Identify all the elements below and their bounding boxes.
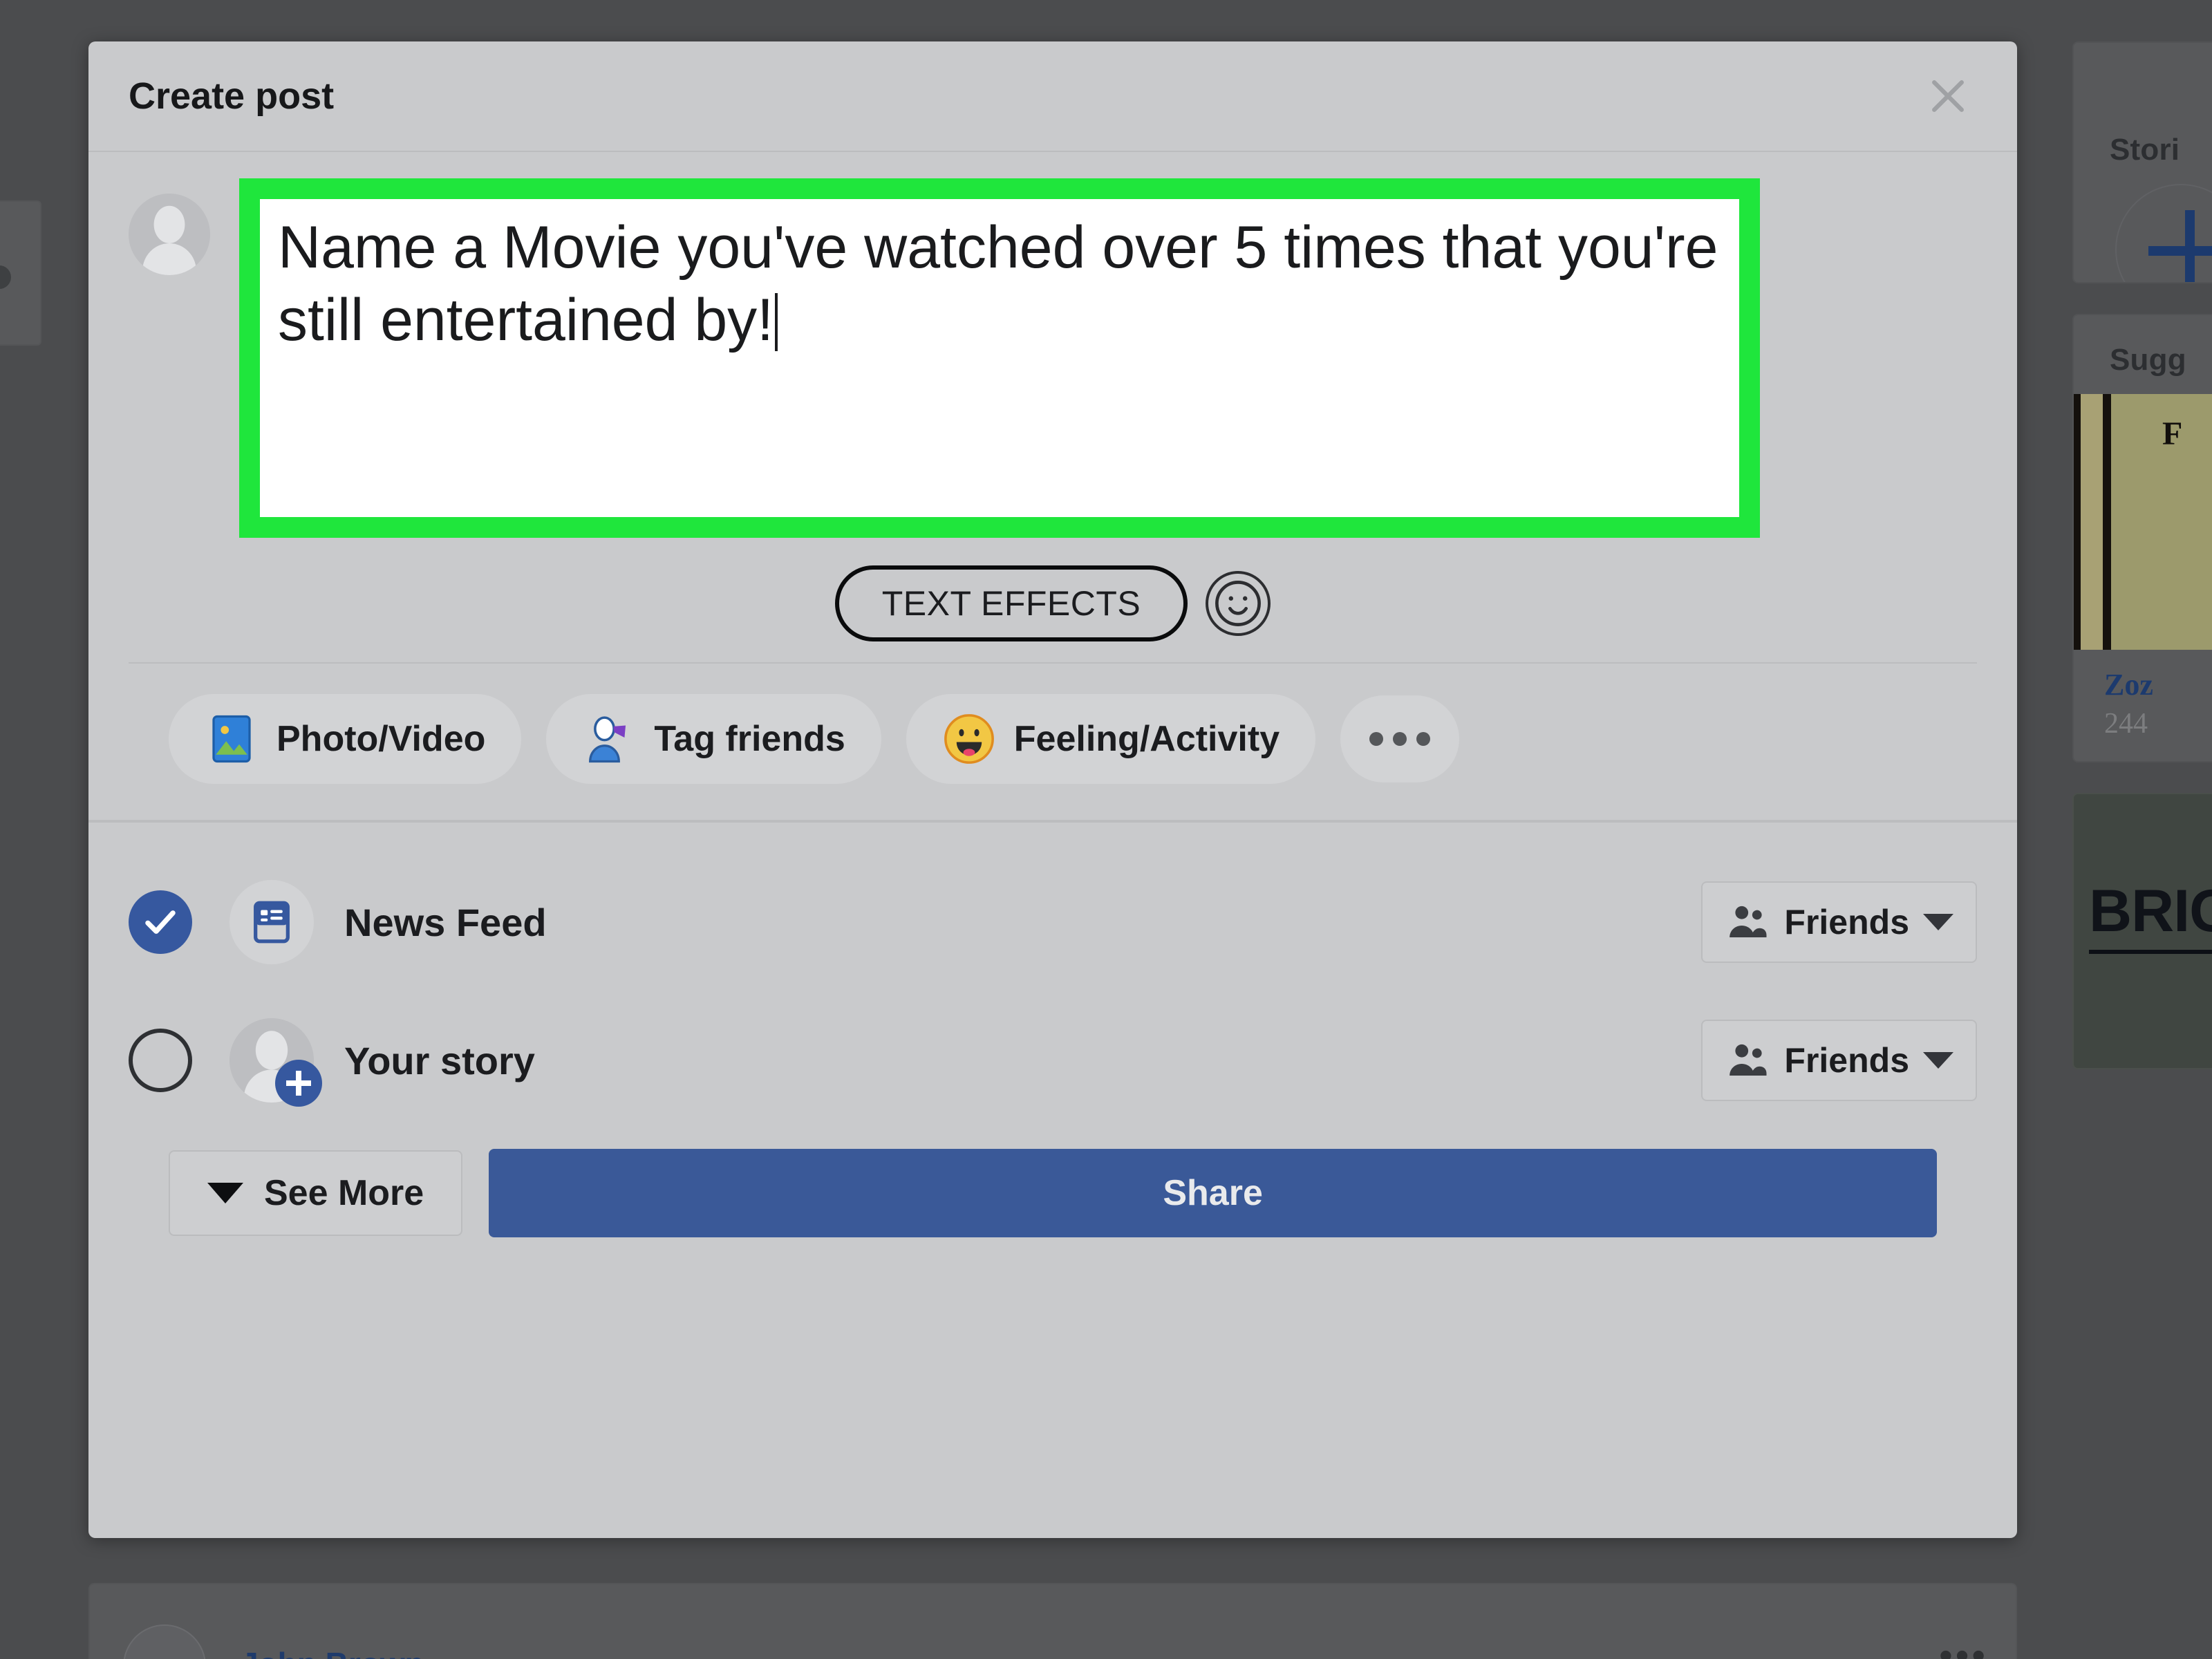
- photo-video-button[interactable]: Photo/Video: [169, 694, 522, 784]
- smiley-face-icon[interactable]: [1206, 571, 1271, 636]
- create-post-dialog: Create post Name a Movie you've watched …: [88, 41, 2017, 1538]
- close-icon[interactable]: [1915, 63, 1981, 129]
- promo-card-text: BRIG: [2089, 877, 2212, 954]
- share-button[interactable]: Share: [489, 1149, 1937, 1237]
- post-text-value: Name a Movie you've watched over 5 times…: [278, 214, 1718, 353]
- chevron-down-icon: [1923, 914, 1953, 930]
- text-effects-row: TEXT EFFECTS: [129, 565, 1977, 641]
- feeling-activity-button[interactable]: Feeling/Activity: [906, 694, 1316, 784]
- feed-post-author[interactable]: John Brown: [241, 1645, 424, 1659]
- your-story-checkbox-unchecked[interactable]: [129, 1029, 192, 1092]
- dialog-footer: See More Share: [129, 1130, 1977, 1273]
- your-story-label: Your story: [344, 1038, 535, 1082]
- user-avatar-icon: [129, 194, 210, 275]
- audience-row-your-story: Your story Friends: [129, 991, 1977, 1130]
- your-story-privacy-button[interactable]: Friends: [1701, 1020, 1977, 1101]
- page-title: Create post: [129, 75, 335, 117]
- friends-people-icon: [1730, 906, 1767, 937]
- add-story-badge-icon[interactable]: [275, 1060, 322, 1107]
- news-feed-privacy-label: Friends: [1784, 903, 1909, 941]
- news-feed-privacy-button[interactable]: Friends: [1701, 881, 1977, 963]
- suggested-thumbnail: F: [2074, 394, 2212, 650]
- share-label: Share: [1163, 1173, 1263, 1213]
- suggested-title[interactable]: Zoz: [2104, 668, 2212, 703]
- news-feed-label: News Feed: [344, 900, 547, 944]
- background-dot-icon: [0, 265, 11, 289]
- stories-heading: Stori: [2110, 133, 2180, 167]
- stories-card[interactable]: Stori: [2072, 41, 2212, 283]
- see-more-button[interactable]: See More: [169, 1150, 463, 1236]
- photo-video-label: Photo/Video: [276, 719, 486, 759]
- background-left-card: [0, 200, 41, 346]
- tag-friends-label: Tag friends: [654, 719, 845, 759]
- feed-post-card: John Brown •••: [88, 1583, 2017, 1659]
- post-text-input[interactable]: Name a Movie you've watched over 5 times…: [260, 199, 1739, 517]
- feed-post-more-icon[interactable]: •••: [1939, 1635, 1988, 1659]
- post-actions-row: Photo/Video Tag friends Feeling/Activity: [129, 664, 1977, 820]
- suggested-subtitle: 244: [2104, 707, 2148, 740]
- suggested-thumbnail-label: F: [2162, 415, 2183, 452]
- suggested-meta: Zoz 244: [2074, 650, 2212, 761]
- suggested-heading: Sugg: [2110, 343, 2186, 377]
- photo-video-icon: [212, 715, 251, 763]
- feeling-activity-icon: [944, 714, 994, 764]
- right-sidebar: Stori Sugg F Zoz 244 BRIG: [2072, 41, 2212, 1069]
- feed-post-avatar: [123, 1624, 206, 1659]
- dialog-header: Create post: [88, 41, 2017, 152]
- text-effects-button[interactable]: TEXT EFFECTS: [834, 565, 1188, 641]
- audience-section: News Feed Friends Your story Friends See…: [88, 821, 2017, 1538]
- text-caret: [775, 292, 778, 351]
- chevron-down-icon: [1923, 1052, 1953, 1069]
- add-story-plus-icon[interactable]: [2115, 184, 2212, 282]
- post-text-highlight: Name a Movie you've watched over 5 times…: [239, 178, 1760, 538]
- news-feed-icon: [229, 880, 314, 964]
- news-feed-checkbox-checked[interactable]: [129, 890, 192, 954]
- more-horizontal-icon[interactable]: [1340, 695, 1460, 782]
- see-more-label: See More: [264, 1173, 424, 1213]
- friends-people-icon: [1730, 1044, 1767, 1076]
- tag-friends-icon: [589, 716, 626, 763]
- audience-row-news-feed: News Feed Friends: [129, 853, 1977, 991]
- triangle-down-icon: [207, 1183, 243, 1203]
- story-avatar-icon: [229, 1018, 322, 1107]
- promo-card[interactable]: BRIG: [2072, 792, 2212, 1069]
- composer-section: Name a Movie you've watched over 5 times…: [88, 152, 2017, 821]
- suggested-card[interactable]: Sugg F Zoz 244: [2072, 314, 2212, 762]
- your-story-privacy-label: Friends: [1784, 1041, 1909, 1080]
- feeling-activity-label: Feeling/Activity: [1013, 719, 1280, 759]
- tag-friends-button[interactable]: Tag friends: [546, 694, 881, 784]
